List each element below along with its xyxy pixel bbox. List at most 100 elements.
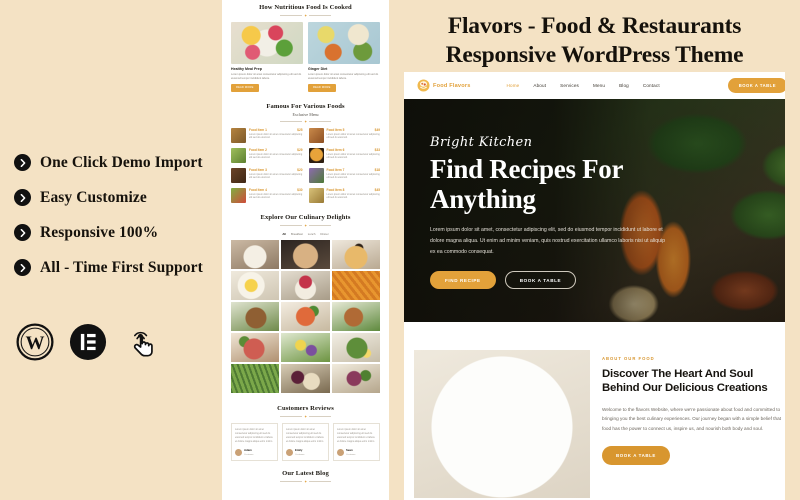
menu-item-name: Food Item 2 — [249, 147, 267, 152]
cooked-card[interactable]: Ginger Diet Lorem ipsum dolor sit amet c… — [308, 22, 380, 92]
nav-link-services[interactable]: Services — [560, 83, 579, 88]
gallery-photo[interactable] — [281, 239, 330, 269]
section-title: How Nutritious Food Is Cooked — [259, 4, 352, 11]
feature-label: All - Time First Support — [40, 258, 203, 276]
nav-link-about[interactable]: About — [533, 83, 546, 88]
section-divider: ✦ — [231, 14, 380, 18]
feature-list: One Click Demo Import Easy Customize Res… — [14, 154, 208, 277]
menu-item[interactable]: Food Item 2 $29 Lorem ipsum dolor sit am… — [231, 147, 303, 163]
nav-link-blog[interactable]: Blog — [619, 83, 629, 88]
svg-text:W: W — [26, 333, 45, 354]
page-title-line1: Flavors - Food & Restaurants — [447, 13, 742, 39]
menu-item[interactable]: Food Item 6 $33 Lorem ipsum dolor sit am… — [308, 147, 380, 163]
right-column: Flavors - Food & Restaurants Responsive … — [389, 0, 800, 500]
right-edge-strip — [785, 0, 800, 500]
site-header: Food Flavors Home About Services Menu Bl… — [404, 72, 800, 99]
menu-item-name: Food Item 6 — [326, 147, 345, 152]
gallery-photo[interactable] — [331, 239, 380, 269]
menu-item[interactable]: Food Item 7 $18 Lorem ipsum dolor sit am… — [308, 167, 380, 183]
menu-item[interactable]: Food Item 4 $30 Lorem ipsum dolor sit am… — [231, 187, 303, 203]
card-photo — [308, 22, 380, 64]
gallery-filter-tabs[interactable]: All Breakfast Lunch Dinner — [231, 232, 380, 236]
gallery-filter-dinner[interactable]: Dinner — [320, 232, 328, 236]
gallery-filter-lunch[interactable]: Lunch — [308, 232, 316, 236]
card-text: Lorem ipsum dolor sit amet consectetur a… — [308, 73, 379, 80]
gallery-photo[interactable] — [281, 301, 330, 331]
cooked-card-list: Healthy Meal Prep Lorem ipsum dolor sit … — [231, 22, 380, 92]
nav-link-menu[interactable]: Menu — [593, 83, 605, 88]
menu-item-desc: Lorem ipsum dolor sit amet consectetur a… — [326, 172, 380, 180]
gallery-filter-breakfast[interactable]: Breakfast — [291, 232, 303, 236]
menu-thumb — [308, 167, 324, 183]
menu-item-price: $33 — [374, 147, 380, 152]
feature-item-responsive: Responsive 100% — [14, 224, 208, 242]
cooked-card[interactable]: Healthy Meal Prep Lorem ipsum dolor sit … — [231, 22, 303, 92]
review-author: Sean — [346, 448, 353, 453]
find-recipe-button[interactable]: FIND RECIPE — [430, 271, 496, 290]
section-title: Explore Our Culinary Delights — [260, 213, 351, 221]
gallery-photo[interactable] — [231, 363, 280, 393]
menu-thumb — [308, 187, 324, 203]
site-logo[interactable]: Food Flavors — [417, 79, 471, 92]
gallery-photo[interactable] — [281, 270, 330, 300]
menu-item[interactable]: Food Item 3 $20 Lorem ipsum dolor sit am… — [231, 167, 303, 183]
book-a-table-button[interactable]: BOOK A TABLE — [727, 78, 787, 93]
hero-heading: Find Recipes For Anything — [430, 154, 623, 214]
menu-item[interactable]: Food Item 8 $45 Lorem ipsum dolor sit am… — [308, 187, 380, 203]
chevron-right-icon — [14, 189, 31, 206]
gallery-photo[interactable] — [281, 332, 330, 362]
menu-thumb — [308, 147, 324, 163]
review-author: Adam — [244, 448, 252, 453]
wordpress-icon: W — [16, 322, 54, 361]
gallery-photo[interactable] — [231, 270, 280, 300]
about-eyebrow: ABOUT OUR FOOD — [602, 356, 655, 361]
promo-column: One Click Demo Import Easy Customize Res… — [0, 0, 222, 500]
gallery-photo[interactable] — [331, 270, 380, 300]
review-author: Emily — [295, 448, 303, 453]
gallery-photo[interactable] — [281, 363, 330, 393]
nav-link-home[interactable]: Home — [507, 83, 520, 88]
card-button[interactable]: READ MORE — [231, 83, 259, 92]
gallery-photo[interactable] — [331, 332, 380, 362]
menu-item-name: Food Item 8 — [326, 187, 345, 192]
gallery-photo[interactable] — [231, 301, 280, 331]
avatar — [235, 448, 242, 456]
food-flavors-logo-icon — [417, 79, 430, 92]
preview-section-reviews: Customers Reviews ✦ Lorem ipsum dolor si… — [222, 404, 389, 462]
menu-item-desc: Lorem ipsum dolor sit amet consectetur a… — [326, 192, 380, 200]
hero-paragraph: Lorem ipsum dolor sit amet, consectetur … — [430, 227, 665, 255]
preview-section-gallery: Explore Our Culinary Delights ✦ All Brea… — [222, 214, 389, 393]
gallery-photo[interactable] — [231, 239, 280, 269]
menu-thumb — [231, 147, 246, 163]
review-role: Customer — [295, 454, 305, 457]
card-title: Ginger Diet — [308, 67, 328, 71]
section-title: Customers Reviews — [277, 404, 334, 412]
card-button[interactable]: READ MORE — [308, 83, 336, 92]
menu-item[interactable]: Food Item 5 $49 Lorem ipsum dolor sit am… — [308, 127, 380, 143]
card-photo — [231, 22, 303, 64]
menu-item-desc: Lorem ipsum dolor sit amet consectetur a… — [249, 132, 303, 140]
hero-book-a-table-button[interactable]: BOOK A TABLE — [504, 271, 577, 290]
hero-section: Bright Kitchen Find Recipes For Anything… — [404, 99, 800, 322]
brand-icon-row: W — [14, 322, 208, 361]
section-title: Famous For Various Foods — [266, 102, 345, 110]
theme-preview-panel[interactable]: How Nutritious Food Is Cooked ✦ Healthy … — [222, 0, 389, 500]
menu-thumb — [231, 167, 246, 183]
menu-item-price: $18 — [374, 167, 380, 172]
menu-item-name: Food Item 1 — [249, 127, 267, 132]
gallery-photo[interactable] — [331, 301, 380, 331]
gallery-photo[interactable] — [331, 363, 380, 393]
website-mockup[interactable]: Food Flavors Home About Services Menu Bl… — [404, 72, 800, 500]
nav-link-contact[interactable]: Contact — [643, 83, 660, 88]
menu-item-name: Food Item 3 — [249, 167, 267, 172]
site-nav-links: Home About Services Menu Blog Contact — [507, 83, 660, 88]
gallery-filter-all[interactable]: All — [282, 232, 286, 236]
menu-item[interactable]: Food Item 1 $25 Lorem ipsum dolor sit am… — [231, 127, 303, 143]
hero-button-row: FIND RECIPE BOOK A TABLE — [430, 271, 664, 290]
gallery-photo[interactable] — [231, 332, 280, 362]
section-divider: ✦ — [231, 414, 380, 418]
feature-label: Easy Customize — [40, 188, 147, 206]
about-book-a-table-button[interactable]: BOOK A TABLE — [602, 446, 670, 466]
avatar — [286, 448, 293, 456]
chevron-right-icon — [14, 259, 31, 276]
